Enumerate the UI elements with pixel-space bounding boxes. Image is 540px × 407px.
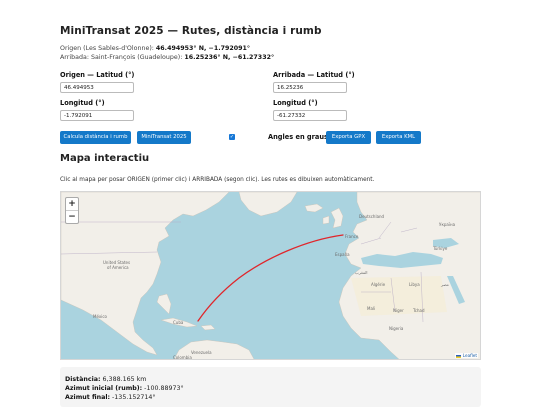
origin-info: Origen (Les Sables-d'Olonne): 46.494953°… bbox=[60, 45, 250, 52]
result-initial-label: Azimut inicial (rumb): bbox=[65, 385, 143, 392]
map-heading: Mapa interactiu bbox=[60, 153, 150, 164]
zoom-control: + − bbox=[65, 197, 79, 224]
origin-info-coords: 46.494953° N, −1.792091° bbox=[155, 45, 251, 52]
zoom-in-button[interactable]: + bbox=[66, 198, 78, 210]
map-label-venezuela: Venezuela bbox=[191, 350, 212, 355]
map-label-maroc: المغرب bbox=[355, 270, 368, 275]
map-label-ukraine: Україна bbox=[439, 222, 456, 227]
map-label-egypt: مصر bbox=[440, 282, 449, 287]
arrival-lon-label: Longitud (°) bbox=[273, 99, 318, 107]
map-label-niger: Niger bbox=[393, 308, 404, 313]
map-label-cuba: Cuba bbox=[173, 320, 184, 325]
map-label-nigeria: Nigeria bbox=[389, 326, 404, 331]
map-label-libya: Libya bbox=[409, 282, 420, 287]
origin-lon-input[interactable] bbox=[60, 110, 134, 121]
result-distance: Distància: 6,388.165 km bbox=[65, 376, 146, 383]
result-initial-value: -100.88973° bbox=[142, 385, 184, 392]
attribution-text: Leaflet bbox=[462, 353, 477, 358]
degrees-checkbox[interactable]: ✓ bbox=[229, 134, 235, 140]
arrival-lon-input[interactable] bbox=[273, 110, 347, 121]
map-label-of-america: of America bbox=[107, 265, 129, 270]
zoom-out-button[interactable]: − bbox=[66, 210, 78, 223]
origin-info-prefix: Origen (Les Sables-d'Olonne): bbox=[60, 45, 156, 52]
arrival-info-prefix: Arribada: Saint-François (Guadeloupe): bbox=[60, 54, 185, 61]
degrees-checkbox-label: Angles en graus bbox=[268, 133, 328, 141]
leaflet-flag-icon bbox=[456, 354, 462, 358]
arrival-info-coords: 16.25236° N, −61.27332° bbox=[184, 54, 275, 61]
export-gpx-button[interactable]: Exporta GPX bbox=[326, 131, 371, 144]
map-tiles: United States of America México Cuba Ven… bbox=[61, 192, 480, 360]
origin-lat-input[interactable] bbox=[60, 82, 134, 93]
map-label-turkiye: Türkiye bbox=[432, 246, 448, 251]
result-final-label: Azimut final: bbox=[65, 394, 111, 401]
results-panel: Distància: 6,388.165 km Azimut inicial (… bbox=[60, 367, 481, 407]
arrival-lat-label: Arribada — Latitud (°) bbox=[273, 71, 355, 79]
minitransat-preset-button[interactable]: MiniTransat 2025 bbox=[137, 131, 191, 144]
result-final-azimuth: Azimut final: -135.152714° bbox=[65, 394, 156, 401]
arrival-info: Arribada: Saint-François (Guadeloupe): 1… bbox=[60, 54, 274, 61]
export-kml-button[interactable]: Exporta KML bbox=[376, 131, 421, 144]
interactive-map[interactable]: United States of America México Cuba Ven… bbox=[60, 191, 481, 360]
map-label-deutschland: Deutschland bbox=[359, 214, 385, 219]
result-distance-label: Distància: bbox=[65, 376, 101, 383]
map-label-espana: España bbox=[335, 252, 350, 257]
map-label-chad: Tchad bbox=[412, 308, 425, 313]
map-label-mali: Mali bbox=[367, 306, 375, 311]
origin-lon-label: Longitud (°) bbox=[60, 99, 105, 107]
result-initial-azimuth: Azimut inicial (rumb): -100.88973° bbox=[65, 385, 184, 392]
map-label-algerie: Algérie bbox=[371, 282, 386, 287]
map-hint: Clic al mapa per posar ORIGEN (primer cl… bbox=[60, 177, 375, 183]
map-label-france: France bbox=[345, 234, 359, 239]
calculate-button[interactable]: Calcula distància i rumb bbox=[60, 131, 131, 144]
result-final-value: -135.152714° bbox=[110, 394, 156, 401]
map-label-colombia: Colombia bbox=[173, 355, 192, 360]
page-title: MiniTransat 2025 — Rutes, distància i ru… bbox=[60, 25, 322, 37]
map-label-mexico: México bbox=[93, 314, 108, 319]
map-attribution[interactable]: Leaflet bbox=[455, 353, 478, 358]
result-distance-value: 6,388.165 km bbox=[100, 376, 147, 383]
arrival-lat-input[interactable] bbox=[273, 82, 347, 93]
origin-lat-label: Origen — Latitud (°) bbox=[60, 71, 135, 79]
